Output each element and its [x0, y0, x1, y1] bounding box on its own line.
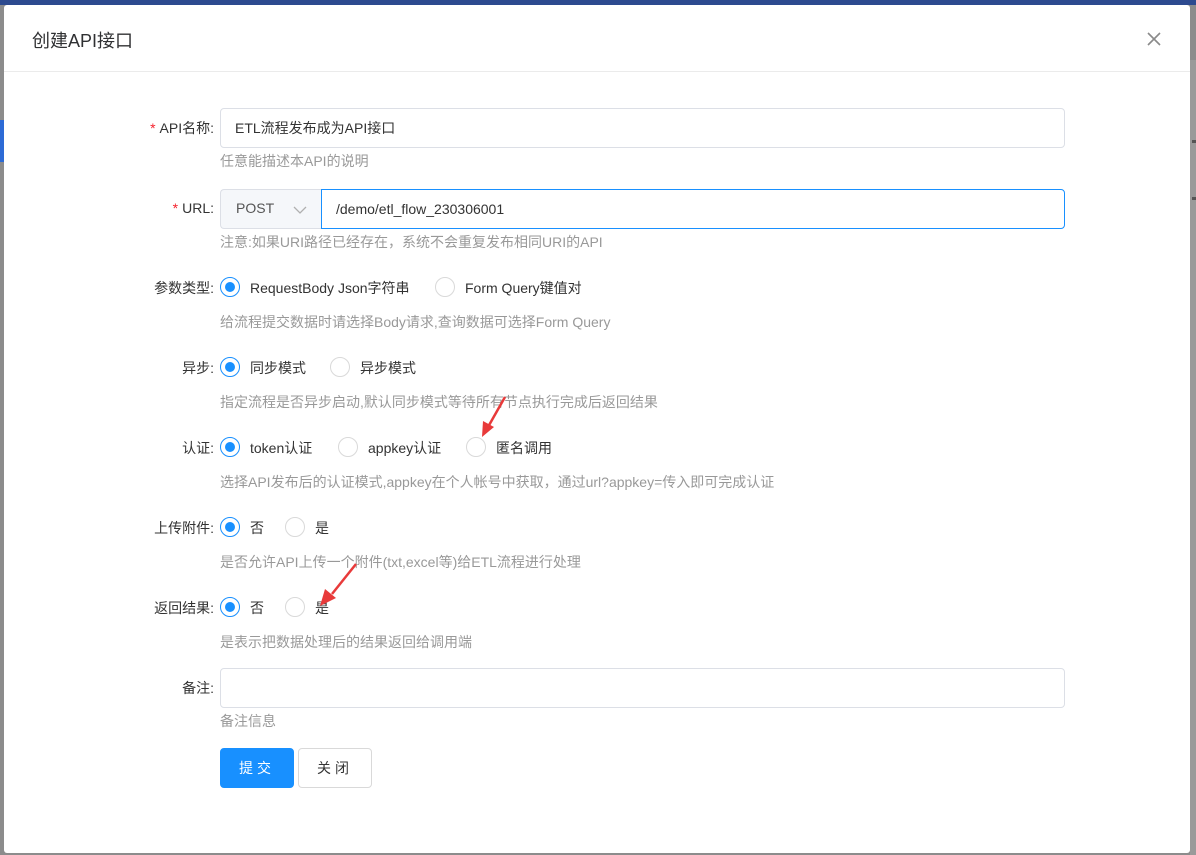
- url-input-group: POST /demo/etl_flow_230306001: [220, 189, 1065, 229]
- radio-circle: [338, 437, 358, 457]
- radio-circle: [220, 277, 240, 297]
- auth-hint: 选择API发布后的认证模式,appkey在个人帐号中获取，通过url?appke…: [220, 474, 775, 490]
- background-right-strip: [1190, 60, 1196, 855]
- radio-circle: [435, 277, 455, 297]
- upload-hint: 是否允许API上传一个附件(txt,excel等)给ETL流程进行处理: [220, 554, 581, 570]
- url-path-input[interactable]: /demo/etl_flow_230306001: [321, 189, 1065, 229]
- close-icon[interactable]: [1144, 29, 1164, 49]
- url-hint: 注意:如果URI路径已经存在，系统不会重复发布相同URI的API: [220, 234, 603, 250]
- submit-button[interactable]: 提交: [220, 748, 294, 788]
- method-select[interactable]: POST: [220, 189, 321, 229]
- return-result-hint: 是表示把数据处理后的结果返回给调用端: [220, 634, 472, 650]
- annotation-arrow-icon: [320, 563, 357, 606]
- create-api-dialog: 创建API接口 * API名称: ETL流程发布成为API接口 任意能描述本API…: [4, 5, 1190, 853]
- chevron-down-icon: [293, 203, 307, 221]
- async-hint: 指定流程是否异步启动,默认同步模式等待所有节点执行完成后返回结果: [220, 394, 658, 410]
- radio-circle: [220, 357, 240, 377]
- api-name-hint: 任意能描述本API的说明: [220, 153, 369, 169]
- annotation-arrow-icon: [482, 396, 507, 437]
- radio-circle: [220, 517, 240, 537]
- dialog-header: 创建API接口: [4, 5, 1190, 72]
- method-value: POST: [236, 200, 275, 216]
- radio-circle: [220, 597, 240, 617]
- required-asterisk: *: [150, 120, 156, 136]
- radio-circle: [285, 517, 305, 537]
- api-name-input[interactable]: ETL流程发布成为API接口: [220, 108, 1065, 148]
- dialog-title: 创建API接口: [32, 31, 134, 51]
- radio-circle: [285, 597, 305, 617]
- required-asterisk: *: [172, 200, 179, 216]
- radio-circle: [220, 437, 240, 457]
- close-button[interactable]: 关闭: [298, 748, 372, 788]
- radio-circle: [330, 357, 350, 377]
- param-type-hint: 给流程提交数据时请选择Body请求,查询数据可选择Form Query: [220, 314, 611, 330]
- remark-input[interactable]: [220, 668, 1065, 708]
- remark-hint: 备注信息: [220, 713, 276, 729]
